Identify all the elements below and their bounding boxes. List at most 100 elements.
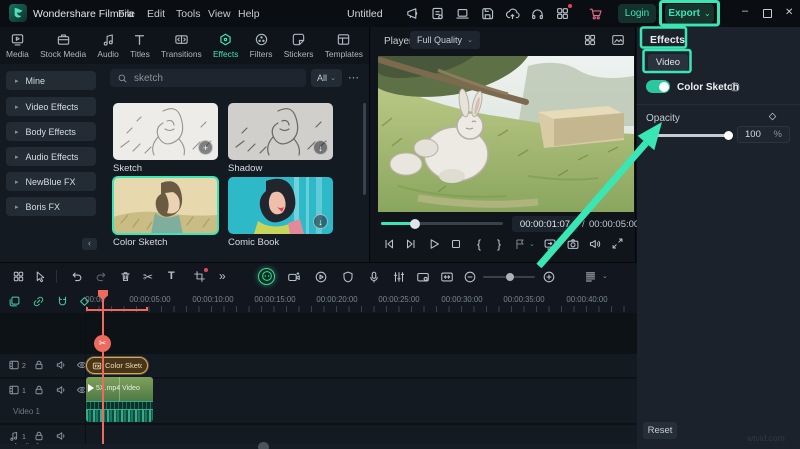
stop-button[interactable]	[449, 237, 463, 251]
purchase-cart-icon[interactable]	[588, 6, 603, 21]
category-video-effects[interactable]: ▸ Video Effects	[6, 97, 96, 116]
zoom-in-button[interactable]	[542, 270, 556, 284]
menu-file[interactable]: File	[118, 8, 135, 20]
mark-out-button[interactable]: }	[497, 238, 501, 250]
mirror-display-button[interactable]	[543, 237, 557, 251]
paste-attributes-icon[interactable]	[8, 295, 21, 308]
tab-effects-properties[interactable]: Effects	[650, 34, 685, 46]
lock-track-icon[interactable]	[33, 430, 45, 442]
mute-track-icon[interactable]	[55, 359, 67, 371]
timeline-ruler[interactable]: 00:00 00:00:05:00 00:00:10:00 00:00:15:0…	[0, 290, 637, 313]
category-boris-fx[interactable]: ▸ Boris FX	[6, 197, 96, 216]
delete-effect-icon[interactable]	[729, 81, 741, 93]
tab-stock-media[interactable]: Stock Media	[40, 32, 86, 59]
filter-dropdown[interactable]: All ⌄	[311, 69, 342, 87]
redo-button[interactable]	[95, 270, 108, 283]
marker-flag-button[interactable]	[513, 237, 527, 251]
minimize-button[interactable]: –	[742, 6, 748, 17]
seek-track[interactable]	[381, 218, 503, 229]
lock-track-icon[interactable]	[33, 359, 45, 371]
resource-center-icon[interactable]	[555, 4, 572, 21]
download-effect-icon[interactable]: ↓	[313, 214, 328, 229]
more-options-icon[interactable]: ⋯	[348, 73, 359, 84]
volume-button[interactable]	[588, 237, 602, 251]
speed-ramp-button[interactable]	[287, 270, 301, 284]
previous-frame-button[interactable]	[382, 237, 396, 251]
subtab-video[interactable]: Video	[648, 54, 688, 71]
screen-record-button[interactable]	[416, 270, 430, 284]
category-mine[interactable]: ▸ Mine	[6, 71, 96, 90]
menu-edit[interactable]: Edit	[147, 8, 165, 20]
ai-copilot-button[interactable]	[258, 268, 275, 285]
crop-tool-button[interactable]	[193, 268, 208, 283]
export-button[interactable]: Export ⌄	[665, 4, 714, 23]
maximize-button[interactable]	[763, 9, 772, 18]
next-frame-button[interactable]	[404, 237, 418, 251]
effects-search-box[interactable]	[110, 69, 306, 87]
reset-button[interactable]: Reset	[643, 422, 677, 439]
play-button[interactable]	[427, 237, 441, 251]
project-settings-icon[interactable]	[430, 6, 445, 21]
multiview-icon[interactable]	[583, 33, 597, 47]
category-audio-effects[interactable]: ▸ Audio Effects	[6, 147, 96, 166]
select-tool-icon[interactable]	[34, 270, 47, 283]
effect-thumb-sketch[interactable]: +	[113, 103, 218, 160]
opacity-value-box[interactable]: 100 %	[737, 126, 790, 143]
mute-track-icon[interactable]	[55, 384, 67, 396]
fullscreen-button[interactable]	[611, 237, 624, 250]
sidebar-collapse-button[interactable]: ‹	[82, 238, 97, 250]
more-tools-button[interactable]: »	[219, 270, 226, 282]
scrollbar-handle[interactable]	[258, 442, 269, 449]
opacity-slider-handle[interactable]	[724, 130, 733, 140]
effects-scrollbar[interactable]	[363, 103, 366, 195]
category-body-effects[interactable]: ▸ Body Effects	[6, 122, 96, 141]
search-input[interactable]	[134, 72, 284, 84]
motion-tracking-button[interactable]	[341, 270, 355, 284]
voiceover-button[interactable]	[367, 270, 381, 284]
cloud-upload-icon[interactable]	[505, 6, 520, 21]
tab-stickers[interactable]: Stickers	[284, 32, 314, 59]
tab-filters[interactable]: Filters	[250, 32, 272, 59]
opacity-keyframe-icon[interactable]	[767, 111, 778, 122]
delete-clip-button[interactable]	[119, 270, 132, 283]
quick-split-button[interactable]: ✂	[94, 335, 111, 352]
menu-view[interactable]: View	[208, 8, 231, 20]
playback-speed-button[interactable]	[314, 270, 328, 284]
text-tool-button[interactable]: T	[168, 271, 175, 282]
effect-thumb-comic-book[interactable]: ↓	[228, 177, 333, 234]
seek-handle[interactable]	[410, 218, 420, 229]
marker-chevron-icon[interactable]: ⌄	[529, 241, 535, 248]
track-manager-button[interactable]	[584, 270, 597, 283]
lock-track-icon[interactable]	[33, 384, 45, 396]
device-preview-icon[interactable]	[455, 6, 470, 21]
split-scissors-button[interactable]: ✂	[143, 271, 153, 283]
quality-dropdown[interactable]: Full Quality ⌄	[410, 31, 480, 49]
support-icon[interactable]	[530, 6, 545, 21]
save-project-icon[interactable]	[480, 6, 495, 21]
timeline-zoom-slider[interactable]	[483, 273, 535, 281]
zoom-out-button[interactable]	[463, 270, 477, 284]
download-effect-icon[interactable]: ↓	[313, 140, 328, 155]
snapping-magnet-icon[interactable]	[56, 295, 69, 308]
login-button[interactable]: Login	[618, 4, 656, 23]
tab-effects[interactable]: Effects	[213, 32, 238, 59]
video-preview[interactable]	[378, 56, 634, 212]
tab-transitions[interactable]: Transitions	[161, 32, 202, 59]
tab-templates[interactable]: Templates	[325, 32, 363, 59]
menu-tools[interactable]: Tools	[176, 8, 201, 20]
video-clip[interactable]: 5X.mp4 Video	[86, 377, 153, 422]
tab-audio[interactable]: Audio	[97, 32, 119, 59]
effect-thumb-color-sketch[interactable]	[112, 176, 219, 235]
playhead-line[interactable]	[102, 290, 104, 444]
effect-toggle[interactable]	[646, 80, 670, 93]
tab-media[interactable]: Media	[6, 32, 29, 59]
audio-mixer-button[interactable]	[392, 270, 406, 284]
add-effect-icon[interactable]: +	[198, 140, 213, 155]
snapshot-button[interactable]	[566, 237, 580, 251]
auto-ripple-link-icon[interactable]	[32, 295, 45, 308]
mark-in-button[interactable]: {	[477, 238, 481, 250]
timeline-scrollbar[interactable]	[0, 442, 637, 449]
mute-track-icon[interactable]	[55, 430, 67, 442]
category-newblue-fx[interactable]: ▸ NewBlue FX	[6, 172, 96, 191]
track-manager-chevron-icon[interactable]: ⌄	[602, 273, 608, 280]
